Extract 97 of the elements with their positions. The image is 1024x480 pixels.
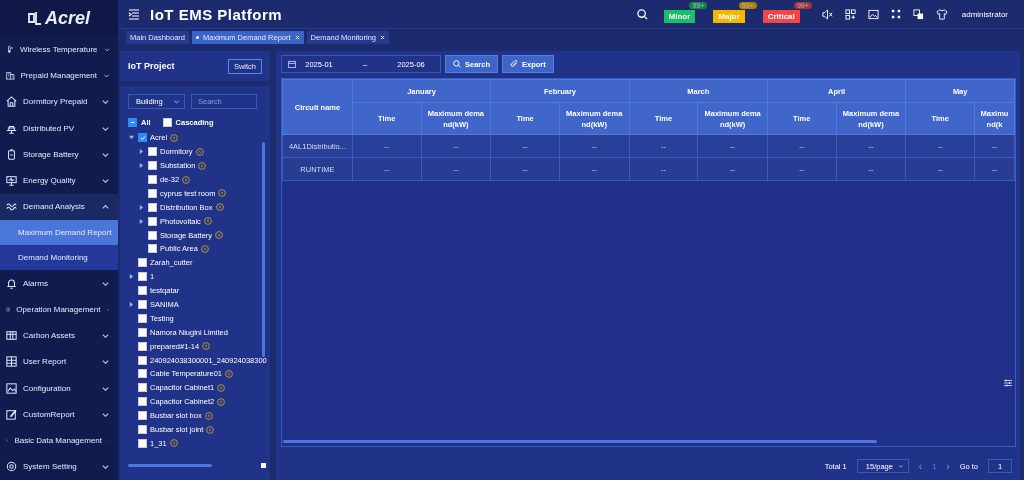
checkbox[interactable]: [138, 272, 147, 282]
sidebar-item[interactable]: Distributed PV: [0, 115, 118, 142]
scrollbar[interactable]: [283, 440, 877, 443]
app-title: IoT EMS Platform: [150, 5, 283, 23]
checkbox[interactable]: [138, 313, 147, 323]
checkbox[interactable]: [138, 383, 147, 393]
chevron-down-icon: [101, 357, 110, 367]
logo-text: Acrel: [45, 7, 90, 29]
previous-page-button[interactable]: ‹: [918, 460, 923, 472]
thermometer-icon: [6, 44, 14, 55]
checkbox[interactable]: [138, 355, 147, 365]
caret-right-icon[interactable]: [139, 204, 144, 210]
chevron-down-icon: [101, 462, 110, 472]
checkbox[interactable]: [148, 147, 157, 157]
image-icon[interactable]: [867, 8, 879, 20]
checkbox[interactable]: [148, 161, 157, 171]
submenu-item[interactable]: Demand Monitoring: [0, 245, 118, 271]
caret-right-icon[interactable]: [129, 302, 134, 307]
shirt-icon[interactable]: [935, 8, 948, 20]
checkbox[interactable]: [138, 258, 147, 268]
sliders-icon[interactable]: [1004, 379, 1012, 387]
checkbox[interactable]: [138, 397, 147, 407]
grid-icon: [6, 330, 17, 342]
checkbox[interactable]: [128, 118, 137, 128]
checkbox[interactable]: [148, 202, 157, 212]
sidebar-item[interactable]: Carbon Assets: [0, 322, 118, 349]
checkbox[interactable]: [148, 244, 157, 254]
sidebar-item[interactable]: CustomReport: [0, 401, 118, 428]
chevron-down-icon: [101, 97, 110, 107]
checkbox[interactable]: [138, 425, 147, 435]
caret-right-icon[interactable]: [139, 163, 144, 169]
check-icon: [139, 134, 146, 141]
paperclip-icon: [510, 60, 519, 68]
scrollbar-corner: [261, 463, 266, 468]
caret-right-icon[interactable]: [139, 218, 144, 224]
sidebar-item[interactable]: Dormitory Prepaid: [0, 88, 118, 116]
edit-icon: [6, 408, 17, 420]
checkbox[interactable]: [138, 411, 147, 421]
sidebar-item[interactable]: Operation Management: [0, 296, 118, 323]
gear-icon: [6, 461, 17, 473]
sidebar-item[interactable]: Storage Battery: [0, 141, 118, 168]
sidebar-item[interactable]: Demand Analysis: [0, 193, 118, 220]
checkbox[interactable]: [138, 300, 147, 309]
checkbox[interactable]: [138, 369, 147, 379]
building-icon: [6, 70, 15, 82]
logo-icon: [28, 11, 42, 26]
close-icon[interactable]: [294, 35, 300, 40]
sidebar-item[interactable]: Basic Data Management: [0, 427, 118, 454]
checkbox[interactable]: [138, 438, 147, 448]
checkbox[interactable]: [138, 327, 147, 337]
menu-icon[interactable]: [128, 8, 140, 20]
checkbox[interactable]: [148, 188, 157, 198]
checkbox[interactable]: [148, 175, 157, 184]
minus-icon: [130, 120, 135, 126]
search-icon: [453, 60, 461, 68]
checkbox[interactable]: [138, 286, 147, 296]
fullscreen-icon[interactable]: [890, 9, 901, 19]
sidebar-item[interactable]: Alarms: [0, 270, 118, 297]
translate-icon[interactable]: [912, 8, 924, 20]
sidebar-item[interactable]: Wireless Temperature: [0, 36, 118, 63]
close-icon[interactable]: [380, 35, 385, 40]
scrollbar[interactable]: [262, 142, 265, 357]
alarm-badge[interactable]: Critical: [762, 9, 800, 23]
chevron-down-icon: [101, 331, 110, 341]
wave-icon: [6, 201, 17, 213]
chevron-up-icon: [101, 202, 110, 212]
bell-icon: [6, 277, 17, 289]
checkbox[interactable]: [138, 341, 147, 351]
checkbox[interactable]: [138, 133, 147, 143]
checkbox[interactable]: [148, 230, 157, 240]
table-icon: [6, 356, 17, 368]
monitor-icon: [6, 175, 17, 187]
user-name[interactable]: administrator: [961, 9, 1008, 19]
calendar-icon: [288, 60, 296, 68]
speaker-muted-icon[interactable]: [821, 8, 833, 20]
scrollbar[interactable]: [128, 464, 212, 467]
image-icon: [6, 382, 17, 394]
grid-icon[interactable]: [844, 8, 856, 20]
search-icon[interactable]: [636, 8, 648, 20]
caret-right-icon[interactable]: [139, 149, 144, 155]
sidebar-item[interactable]: System Setting: [0, 453, 118, 480]
checkbox[interactable]: [148, 216, 157, 226]
chevron-down-icon: [897, 463, 904, 469]
sidebar-item[interactable]: Prepaid Management: [0, 62, 118, 89]
caret-right-icon[interactable]: [129, 274, 134, 280]
caret-down-icon[interactable]: [129, 135, 134, 141]
chevron-down-icon: [101, 176, 110, 186]
sidebar-item[interactable]: Energy Quality: [0, 167, 118, 194]
sidebar-item[interactable]: User Report: [0, 348, 118, 376]
sidebar-item[interactable]: Configuration: [0, 375, 118, 402]
battery-icon: [6, 148, 17, 160]
submenu-item[interactable]: Maximum Demand Report: [0, 220, 118, 246]
chevron-down-icon: [173, 98, 180, 105]
checkbox[interactable]: [162, 118, 172, 128]
house-icon: [6, 96, 17, 108]
next-page-button[interactable]: ›: [946, 460, 950, 472]
panel-title: IoT Project: [128, 61, 175, 71]
